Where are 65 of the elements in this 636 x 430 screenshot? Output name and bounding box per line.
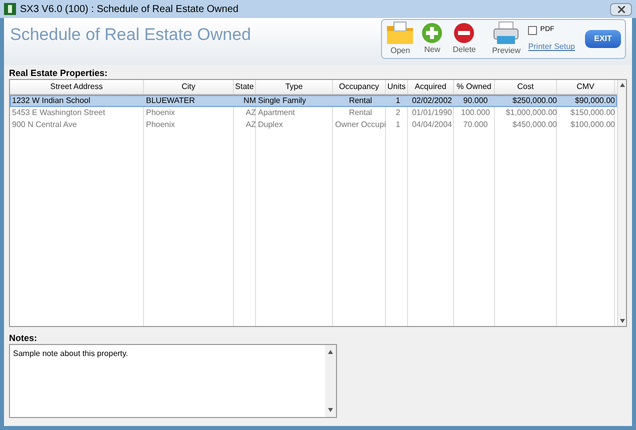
table-cell-text: Phoenix [145,120,176,130]
column-header[interactable]: City [144,80,234,94]
table-cell-text: 5453 E Washington Street [11,108,106,118]
table-cell-text: Phoenix [145,108,176,118]
table-row[interactable]: 5453 E Washington Street Phoenix AZ Apartment Rental 2 01/01/1990 100.000 $1,000,000.00 $150,000.00 [10,107,617,119]
app-icon [4,3,16,15]
scrollbar[interactable] [617,80,626,326]
close-button[interactable] [610,2,632,16]
table-cell-text: 02/02/2002 [410,96,454,106]
minus-icon [453,22,476,44]
toolbar-button[interactable]: Open [386,21,414,57]
table-cell-text: 1232 W Indian School [11,96,92,106]
properties-label: Real Estate Properties: [9,67,109,79]
pdf-checkbox[interactable] [528,26,538,34]
table-cell-text: AZ [244,120,257,130]
table-cell-text: Apartment [257,108,296,118]
table-cell-text: 1 [394,96,402,106]
table-cell-text: $450,000.00 [512,120,558,130]
plus-icon [421,22,444,44]
table-cell-text: 2 [394,108,402,118]
table-cell-text: $250,000.00 [512,96,558,106]
table-cell-text: Rental [348,108,374,118]
down-arrow-icon[interactable] [620,319,624,323]
table-cell-text: AZ [244,108,257,118]
table-cell-text: $150,000.00 [570,108,616,118]
table-cell-text: $1,000,000.00 [504,108,558,118]
printer-setup-link[interactable]: Printer Setup [528,41,575,54]
table-cell-text: 1 [394,120,402,130]
up-arrow-icon[interactable] [620,83,624,87]
table-cell-text: NM [242,96,257,106]
up-arrow-icon[interactable] [328,350,333,354]
column-header[interactable]: Type [256,80,333,94]
column-header[interactable]: Occupancy [333,80,386,94]
toolbar-button[interactable]: Preview [492,21,520,57]
table-cell-text: 01/01/1990 [410,108,454,118]
table-cell-text: 70.000 [462,120,489,130]
table-cell-text: $90,000.00 [574,96,616,106]
table-cell-text: BLUEWATER [145,96,196,106]
window-title: SX3 V6.0 (100) : Schedule of Real Estate Owned [20,2,238,16]
toolbar-button[interactable]: Delete [450,22,478,56]
table-cell-text: Duplex [257,120,284,130]
column-header[interactable]: Street Address [10,80,144,94]
column-header[interactable]: Cost [495,80,557,94]
table-cell-text: Rental [348,96,374,106]
column-header[interactable]: CMV [557,80,615,94]
column-header[interactable]: Units [386,80,408,94]
table-cell-text: Single Family [257,96,308,106]
page-title: Schedule of Real Estate Owned [10,24,251,46]
column-header[interactable]: Acquired [408,80,454,94]
table-row[interactable]: 900 N Central Ave Phoenix AZ Duplex Owner Occupi 1 04/04/2004 70.000 $450,000.00 $100,000.00 [10,119,617,131]
table-cell-text: 100.000 [460,108,491,118]
table-cell: Owner Occupi [334,120,387,130]
toolbar-button[interactable]: New [418,22,446,56]
table-row[interactable]: 1232 W Indian School BLUEWATER NM Single Family Rental 1 02/02/2002 90.000 $250,000.00 $90,000.00 [10,95,617,107]
table-cell-text: $100,000.00 [570,120,616,130]
down-arrow-icon[interactable] [328,408,333,412]
table-cell-text: 900 N Central Ave [11,120,78,130]
table-cell-text: 04/04/2004 [410,120,454,130]
table-cell-text: 90.000 [462,96,489,106]
close-icon [618,6,624,12]
notes-label: Notes: [9,332,38,344]
column-header[interactable]: % Owned [454,80,495,94]
notes-field[interactable]: Sample note about this property. [9,344,337,418]
column-header[interactable]: State [234,80,256,94]
exit-button[interactable]: EXIT [585,30,621,48]
